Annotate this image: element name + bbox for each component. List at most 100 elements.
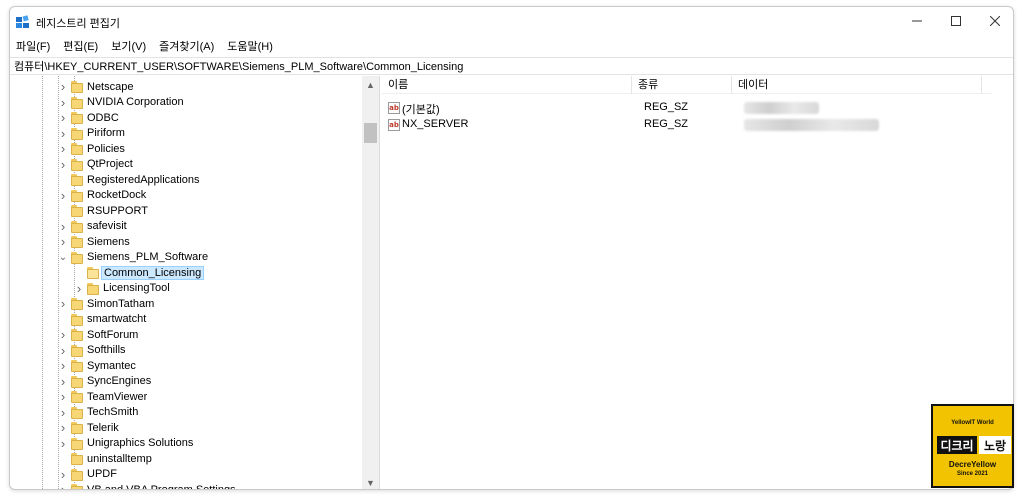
chevron-right-icon[interactable]: › <box>58 482 68 489</box>
menu-view[interactable]: 보기(V) <box>111 38 146 54</box>
chevron-right-icon[interactable]: › <box>74 281 84 296</box>
folder-icon <box>71 81 83 93</box>
chevron-right-icon[interactable]: › <box>58 234 68 249</box>
chevron-right-icon[interactable]: › <box>58 389 68 404</box>
tree-item[interactable]: › Softhills <box>10 343 362 359</box>
tree-item[interactable]: › LicensingTool <box>10 281 362 297</box>
tree-item[interactable]: smartwatcht <box>10 312 362 328</box>
value-data-redacted <box>744 119 879 131</box>
chevron-right-icon[interactable]: › <box>58 374 68 389</box>
tree-item[interactable]: uninstalltemp <box>10 451 362 467</box>
scroll-up-arrow-icon[interactable]: ▲ <box>362 76 379 93</box>
folder-icon <box>71 251 83 264</box>
folder-icon <box>71 453 83 465</box>
folder-icon <box>71 96 83 109</box>
chevron-down-icon[interactable]: ⌄ <box>58 250 68 264</box>
watermark-korean-1: 디크리 <box>937 436 977 454</box>
column-header-type[interactable]: 종류 <box>632 76 732 94</box>
tree-item[interactable]: › NVIDIA Corporation <box>10 95 362 111</box>
tree-item[interactable]: RSUPPORT <box>10 203 362 219</box>
tree-item[interactable]: Common_Licensing <box>10 265 362 281</box>
chevron-right-icon[interactable]: › <box>58 467 68 482</box>
tree-item[interactable]: › ODBC <box>10 110 362 126</box>
tree-item[interactable]: › VB and VBA Program Settings <box>10 482 362 489</box>
column-header-name[interactable]: 이름 <box>382 76 632 94</box>
folder-icon <box>71 468 83 481</box>
folder-icon <box>71 127 83 140</box>
maximize-button[interactable] <box>936 7 976 35</box>
tree-item[interactable]: › QtProject <box>10 157 362 173</box>
tree-item[interactable]: › Siemens <box>10 234 362 250</box>
menu-file[interactable]: 파일(F) <box>16 38 50 54</box>
scroll-down-arrow-icon[interactable]: ▼ <box>362 474 379 489</box>
folder-icon <box>71 220 83 233</box>
value-type: REG_SZ <box>644 101 689 113</box>
chevron-right-icon[interactable]: › <box>58 296 68 311</box>
scroll-thumb[interactable] <box>364 123 377 143</box>
tree-item[interactable]: › safevisit <box>10 219 362 235</box>
close-icon <box>990 16 1000 26</box>
tree-item[interactable]: › TeamViewer <box>10 389 362 405</box>
chevron-right-icon[interactable]: › <box>58 420 68 435</box>
tree-item[interactable]: › SoftForum <box>10 327 362 343</box>
tree-scrollbar[interactable]: ▲ ▼ <box>362 76 379 489</box>
tree-item-label: Netscape <box>87 80 134 93</box>
minimize-button[interactable] <box>897 7 937 35</box>
tree-item-label: Unigraphics Solutions <box>87 437 194 450</box>
tree-item-label: Common_Licensing <box>101 265 205 280</box>
tree-item-label: Telerik <box>87 421 119 434</box>
tree-item[interactable]: › Policies <box>10 141 362 157</box>
menu-help[interactable]: 도움말(H) <box>227 38 273 54</box>
folder-icon <box>71 391 83 403</box>
tree-item[interactable]: › TechSmith <box>10 405 362 421</box>
tree-item[interactable]: RegisteredApplications <box>10 172 362 188</box>
value-type: REG_SZ <box>644 118 689 130</box>
folder-icon <box>87 282 99 295</box>
tree-item[interactable]: ⌄ Siemens_PLM_Software <box>10 250 362 266</box>
tree-item[interactable]: › SimonTatham <box>10 296 362 312</box>
menu-favorites[interactable]: 즐겨찾기(A) <box>159 38 214 54</box>
chevron-right-icon[interactable]: › <box>58 358 68 373</box>
value-name: NX_SERVER <box>402 118 469 130</box>
tree-item-label: RegisteredApplications <box>87 173 200 186</box>
key-tree: › Netscape › NVIDIA Corporation › ODBC › Pirifo… <box>10 76 380 489</box>
tree-item[interactable]: › Netscape <box>10 79 362 95</box>
tree-item-label: smartwatcht <box>87 313 147 326</box>
value-row[interactable]: ab NX_SERVER REG_SZ <box>382 117 992 133</box>
watermark-badge: YellowIT World 디크리 노랑 DecreYellow Since … <box>931 404 1014 488</box>
column-header-data[interactable]: 데이터 <box>732 76 982 94</box>
folder-icon <box>71 484 83 489</box>
chevron-right-icon[interactable]: › <box>58 188 68 203</box>
chevron-right-icon[interactable]: › <box>58 219 68 234</box>
chevron-right-icon[interactable]: › <box>58 110 68 125</box>
chevron-right-icon[interactable]: › <box>58 79 68 94</box>
tree-item-label: SimonTatham <box>87 297 155 310</box>
folder-icon <box>71 298 83 310</box>
tree-item-label: Siemens <box>87 235 130 248</box>
title-bar: 레지스트리 편집기 <box>10 7 1013 35</box>
chevron-right-icon[interactable]: › <box>58 405 68 420</box>
tree-item[interactable]: › Piriform <box>10 126 362 142</box>
tree-item[interactable]: › RocketDock <box>10 188 362 204</box>
tree-item[interactable]: › Symantec <box>10 358 362 374</box>
value-row[interactable]: ab (기본값) REG_SZ <box>382 100 992 116</box>
chevron-right-icon[interactable]: › <box>58 126 68 141</box>
tree-item[interactable]: › Unigraphics Solutions <box>10 436 362 452</box>
tree-item-label: Symantec <box>87 359 136 372</box>
tree-item[interactable]: › UPDF <box>10 467 362 483</box>
tree-item[interactable]: › SyncEngines <box>10 374 362 390</box>
chevron-right-icon[interactable]: › <box>58 327 68 342</box>
tree-item-label: SoftForum <box>87 328 139 341</box>
folder-icon <box>71 313 83 326</box>
chevron-right-icon[interactable]: › <box>58 141 68 156</box>
address-bar[interactable]: 컴퓨터\HKEY_CURRENT_USER\SOFTWARE\Siemens_P… <box>10 57 1013 75</box>
chevron-right-icon[interactable]: › <box>58 436 68 451</box>
string-value-icon: ab <box>388 102 400 114</box>
tree-item[interactable]: › Telerik <box>10 420 362 436</box>
chevron-right-icon[interactable]: › <box>58 95 68 110</box>
chevron-right-icon[interactable]: › <box>58 157 68 172</box>
close-button[interactable] <box>975 7 1013 35</box>
chevron-right-icon[interactable]: › <box>58 343 68 358</box>
menu-edit[interactable]: 편집(E) <box>63 38 98 54</box>
tree-item-label: uninstalltemp <box>87 452 152 465</box>
